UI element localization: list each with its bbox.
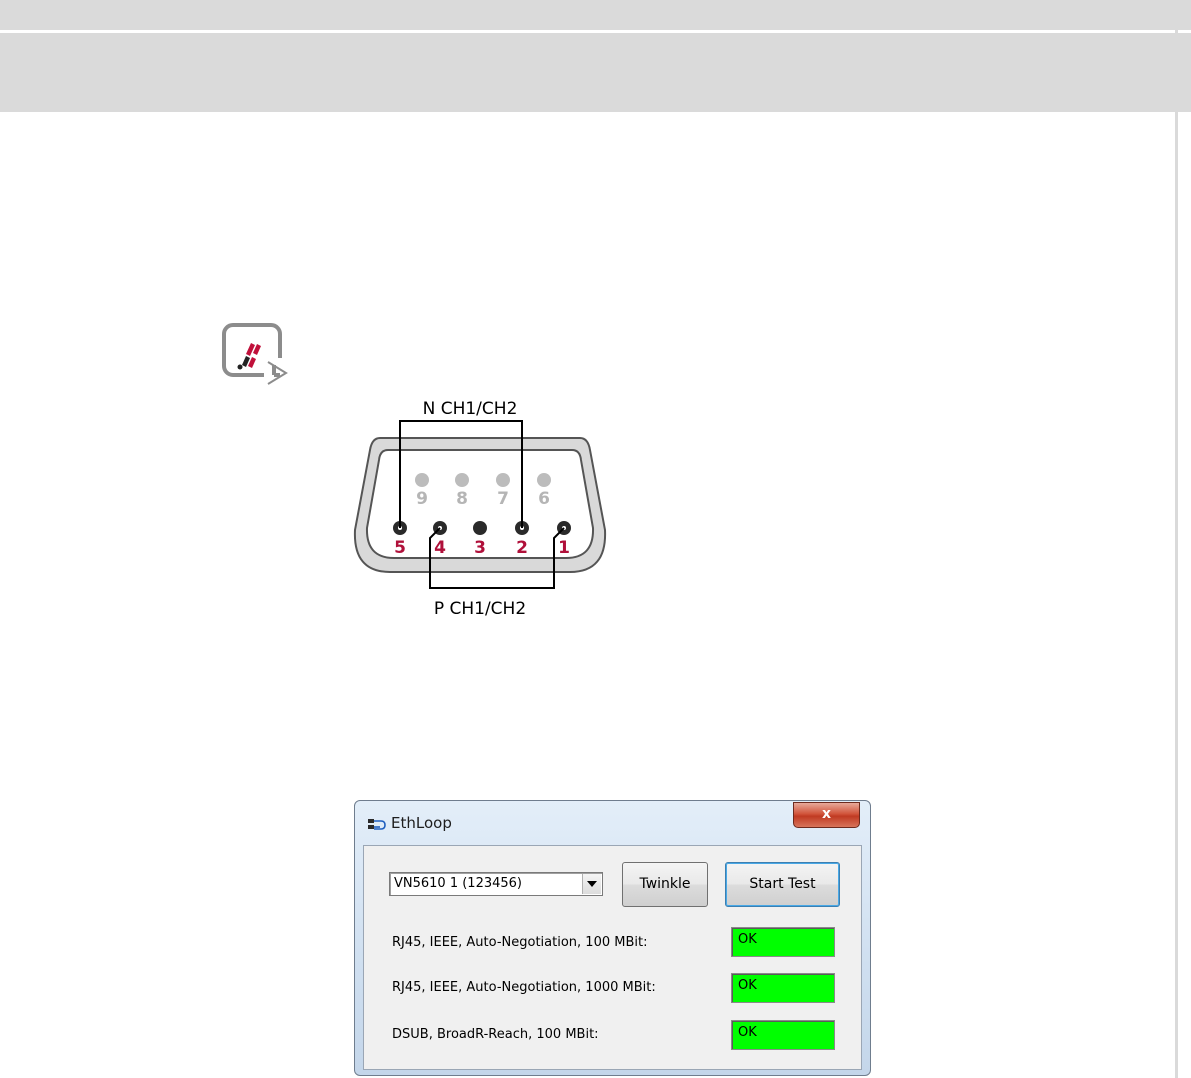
test-row-label: RJ45, IEEE, Auto-Negotiation, 1000 MBit:: [392, 980, 656, 995]
close-icon: x: [821, 806, 832, 822]
pin-label-4: 4: [434, 538, 446, 558]
status-field: OK: [731, 973, 835, 1003]
header-band-top: [0, 0, 1191, 30]
header-band: [0, 33, 1191, 112]
pin-label-2: 2: [516, 538, 528, 558]
pin-label-1: 1: [558, 538, 570, 558]
connector-note-icon: [218, 320, 290, 390]
start-test-button[interactable]: Start Test: [725, 862, 840, 907]
dsub-connector-diagram: 9 8 7 6 5 4 3 2 1 N CH1/CH2 P CH1/CH2: [350, 392, 610, 626]
close-button[interactable]: x: [793, 802, 860, 828]
status-field: OK: [731, 927, 835, 957]
p-channel-label: P CH1/CH2: [434, 599, 526, 619]
twinkle-button[interactable]: Twinkle: [622, 862, 708, 907]
dialog-title: EthLoop: [391, 814, 452, 832]
device-select[interactable]: VN5610 1 (123456): [389, 872, 603, 896]
right-margin-rule: [1175, 0, 1178, 1078]
device-select-value: VN5610 1 (123456): [394, 876, 523, 891]
pin-label-6: 6: [538, 489, 550, 509]
status-field: OK: [731, 1020, 835, 1050]
pin-label-5: 5: [394, 538, 406, 558]
test-row-label: DSUB, BroadR-Reach, 100 MBit:: [392, 1027, 599, 1042]
n-channel-label: N CH1/CH2: [423, 399, 518, 419]
dialog-client-area: VN5610 1 (123456) Twinkle Start Test RJ4…: [363, 845, 862, 1070]
test-row-label: RJ45, IEEE, Auto-Negotiation, 100 MBit:: [392, 935, 648, 950]
pin-label-3: 3: [474, 538, 486, 558]
dropdown-arrow-icon[interactable]: [582, 874, 601, 894]
pin-label-9: 9: [416, 489, 428, 509]
dialog-titlebar[interactable]: EthLoop x: [355, 801, 870, 845]
pin-label-7: 7: [497, 489, 509, 509]
pin-label-8: 8: [456, 489, 468, 509]
ethloop-dialog: EthLoop x VN5610 1 (123456) Twinkle Star…: [354, 800, 871, 1076]
ethloop-app-icon: [368, 819, 386, 830]
